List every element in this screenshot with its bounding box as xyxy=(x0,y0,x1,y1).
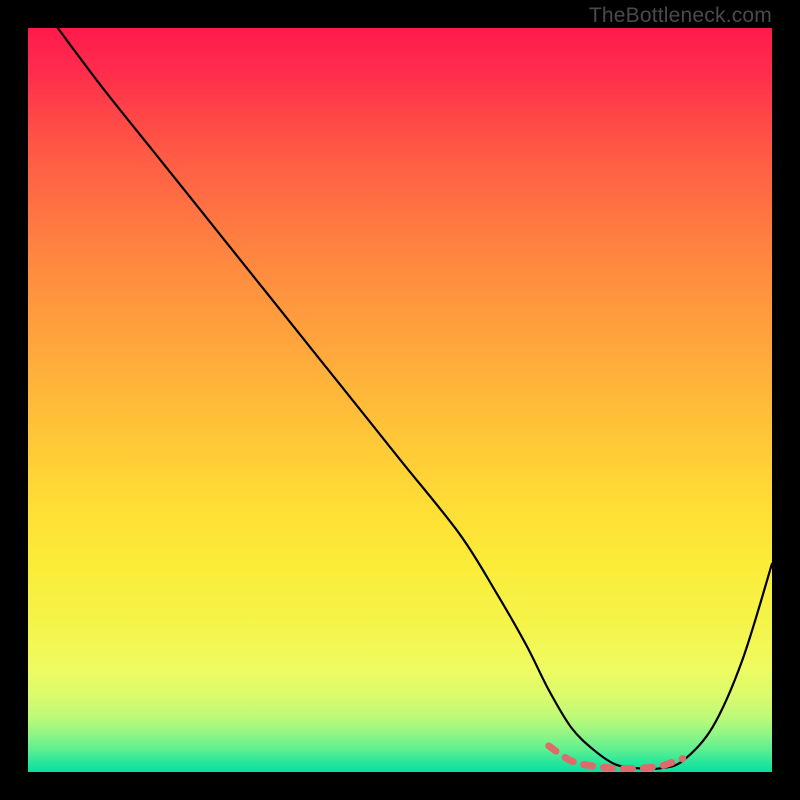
bottleneck-curve xyxy=(58,28,772,769)
chart-frame: TheBottleneck.com xyxy=(0,0,800,800)
watermark-text: TheBottleneck.com xyxy=(589,4,772,28)
chart-svg xyxy=(28,28,772,772)
plot-area xyxy=(28,28,772,772)
